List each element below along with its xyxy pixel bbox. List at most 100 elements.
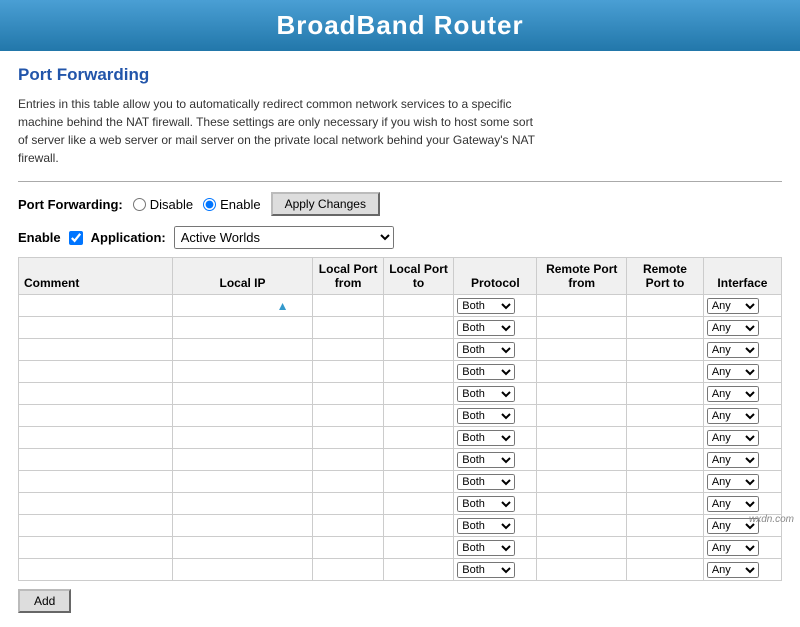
interface-select[interactable]: AnyWANLAN: [707, 496, 759, 512]
remote-port-from-input[interactable]: [540, 565, 623, 577]
localip-input[interactable]: [176, 477, 310, 489]
localip-input[interactable]: [197, 300, 277, 312]
local-port-to-input[interactable]: [387, 455, 450, 467]
protocol-select[interactable]: BothTCPUDP: [457, 540, 515, 556]
remote-port-to-input[interactable]: [630, 345, 700, 357]
local-port-to-input[interactable]: [387, 521, 450, 533]
local-port-from-input[interactable]: [316, 521, 379, 533]
remote-port-to-input[interactable]: [630, 411, 700, 423]
interface-select[interactable]: AnyWANLAN: [707, 452, 759, 468]
remote-port-from-input[interactable]: [540, 499, 623, 511]
interface-select[interactable]: AnyWANLAN: [707, 320, 759, 336]
remote-port-to-input[interactable]: [630, 301, 700, 313]
remote-port-from-input[interactable]: [540, 389, 623, 401]
local-port-to-input[interactable]: [387, 433, 450, 445]
protocol-select[interactable]: BothTCPUDP: [457, 452, 515, 468]
local-port-to-input[interactable]: [387, 565, 450, 577]
remote-port-to-input[interactable]: [630, 433, 700, 445]
interface-select[interactable]: AnyWANLAN: [707, 364, 759, 380]
local-port-from-input[interactable]: [316, 367, 379, 379]
localip-input[interactable]: [176, 367, 310, 379]
localip-input[interactable]: [176, 455, 310, 467]
local-port-to-input[interactable]: [387, 345, 450, 357]
localip-input[interactable]: [176, 389, 310, 401]
interface-select[interactable]: AnyWANLAN: [707, 408, 759, 424]
enable-radio[interactable]: [203, 198, 216, 211]
remote-port-from-input[interactable]: [540, 367, 623, 379]
local-port-to-input[interactable]: [387, 477, 450, 489]
local-port-from-input[interactable]: [316, 301, 379, 313]
localip-input[interactable]: [176, 411, 310, 423]
local-port-to-input[interactable]: [387, 411, 450, 423]
local-port-from-input[interactable]: [316, 411, 379, 423]
remote-port-to-input[interactable]: [630, 499, 700, 511]
protocol-select[interactable]: BothTCPUDP: [457, 496, 515, 512]
localip-input[interactable]: [176, 433, 310, 445]
localip-input[interactable]: [176, 345, 310, 357]
local-port-from-input[interactable]: [316, 565, 379, 577]
remote-port-to-input[interactable]: [630, 323, 700, 335]
local-port-to-input[interactable]: [387, 389, 450, 401]
disable-radio[interactable]: [133, 198, 146, 211]
interface-select[interactable]: AnyWANLAN: [707, 562, 759, 578]
local-port-from-input[interactable]: [316, 455, 379, 467]
local-port-from-input[interactable]: [316, 345, 379, 357]
local-port-from-input[interactable]: [316, 477, 379, 489]
remote-port-to-input[interactable]: [630, 367, 700, 379]
col-lpfrom: Local Port from: [313, 258, 383, 295]
enable-label[interactable]: Enable: [203, 197, 260, 212]
application-select[interactable]: Active Worlds AIM Talk AOL Messenger Bat…: [174, 226, 394, 249]
local-port-to-input[interactable]: [387, 367, 450, 379]
local-port-from-input[interactable]: [316, 433, 379, 445]
remote-port-from-input[interactable]: [540, 433, 623, 445]
remote-port-from-input[interactable]: [540, 477, 623, 489]
add-button[interactable]: Add: [18, 589, 71, 613]
interface-select[interactable]: AnyWANLAN: [707, 298, 759, 314]
interface-select[interactable]: AnyWANLAN: [707, 430, 759, 446]
remote-port-from-input[interactable]: [540, 411, 623, 423]
protocol-select[interactable]: BothTCPUDP: [457, 562, 515, 578]
protocol-select[interactable]: BothTCPUDP: [457, 430, 515, 446]
remote-port-to-input[interactable]: [630, 521, 700, 533]
local-port-from-input[interactable]: [316, 389, 379, 401]
protocol-select[interactable]: BothTCPUDP: [457, 342, 515, 358]
remote-port-to-input[interactable]: [630, 543, 700, 555]
protocol-select[interactable]: BothTCPUDP: [457, 298, 515, 314]
protocol-select[interactable]: BothTCPUDP: [457, 386, 515, 402]
protocol-select[interactable]: BothTCPUDP: [457, 474, 515, 490]
remote-port-from-input[interactable]: [540, 543, 623, 555]
remote-port-from-input[interactable]: [540, 521, 623, 533]
remote-port-from-input[interactable]: [540, 301, 623, 313]
interface-select[interactable]: AnyWANLAN: [707, 386, 759, 402]
apply-changes-button[interactable]: Apply Changes: [271, 192, 380, 216]
protocol-select[interactable]: BothTCPUDP: [457, 408, 515, 424]
localip-input[interactable]: [176, 565, 310, 577]
remote-port-to-input[interactable]: [630, 389, 700, 401]
disable-label[interactable]: Disable: [133, 197, 193, 212]
local-port-to-input[interactable]: [387, 301, 450, 313]
interface-select[interactable]: AnyWANLAN: [707, 540, 759, 556]
interface-select[interactable]: AnyWANLAN: [707, 342, 759, 358]
local-port-to-input[interactable]: [387, 323, 450, 335]
local-port-to-input[interactable]: [387, 543, 450, 555]
localip-input[interactable]: [176, 543, 310, 555]
remote-port-from-input[interactable]: [540, 455, 623, 467]
localip-input[interactable]: [176, 521, 310, 533]
remote-port-from-input[interactable]: [540, 323, 623, 335]
protocol-select[interactable]: BothTCPUDP: [457, 364, 515, 380]
local-port-from-input[interactable]: [316, 323, 379, 335]
enable-app-checkbox[interactable]: [69, 231, 83, 245]
remote-port-to-input[interactable]: [630, 565, 700, 577]
remote-port-from-input[interactable]: [540, 345, 623, 357]
local-port-from-input[interactable]: [316, 543, 379, 555]
localip-input[interactable]: [176, 499, 310, 511]
remote-port-to-input[interactable]: [630, 455, 700, 467]
protocol-select[interactable]: BothTCPUDP: [457, 320, 515, 336]
localip-input[interactable]: [176, 323, 310, 335]
interface-select[interactable]: AnyWANLAN: [707, 474, 759, 490]
local-port-from-input[interactable]: [316, 499, 379, 511]
remote-port-to-input[interactable]: [630, 477, 700, 489]
protocol-select[interactable]: BothTCPUDP: [457, 518, 515, 534]
comment-input[interactable]: [22, 301, 169, 313]
local-port-to-input[interactable]: [387, 499, 450, 511]
